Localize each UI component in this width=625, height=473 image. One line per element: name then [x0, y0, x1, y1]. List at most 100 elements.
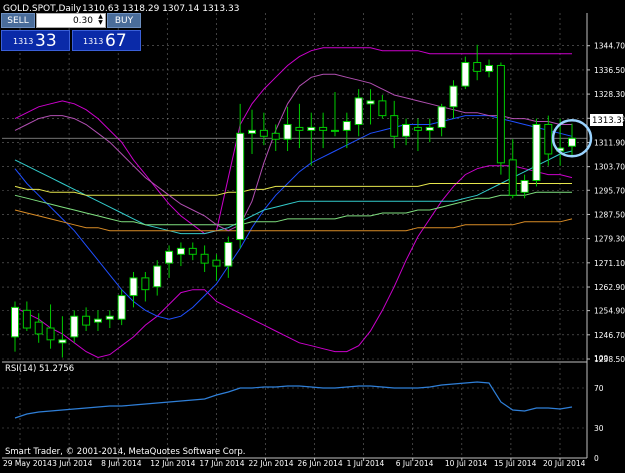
bollinger-upper-line	[14, 47, 572, 235]
price-axis-label: 1295.70	[594, 186, 625, 195]
candle-bull	[402, 123, 411, 137]
rsi-axis-label: 100	[594, 354, 609, 363]
candle-bull	[105, 315, 114, 320]
price-axis-label: 1262.90	[594, 283, 625, 292]
price-axis-label: 1336.50	[594, 66, 625, 75]
candle-bull	[117, 295, 126, 320]
candle-bear	[390, 115, 399, 137]
current-price-label: 1313.33	[592, 116, 625, 126]
lot-decrease-icon[interactable]: ▼	[96, 20, 105, 26]
candle-bull	[366, 100, 375, 105]
price-axis-label: 1271.10	[594, 259, 625, 268]
date-axis-label: 26 Jun 2014	[298, 459, 343, 468]
date-axis-label: 20 Jul 2014	[543, 459, 586, 468]
ma-green-line	[14, 191, 572, 226]
lot-size-input[interactable]	[45, 14, 95, 27]
lot-size-field[interactable]: ▲ ▼	[36, 13, 106, 28]
candle-bull	[520, 180, 529, 193]
candle-bull	[330, 129, 339, 132]
rsi-label: RSI(14) 51.2756	[5, 364, 74, 374]
sell-price-pips: 33	[35, 31, 57, 51]
ma-cyan-line	[14, 150, 573, 235]
candle-bear	[212, 259, 221, 267]
candle-bear	[544, 123, 553, 155]
candle-bull	[93, 318, 102, 323]
candle-bear	[259, 129, 268, 137]
candle-bull	[224, 241, 233, 267]
date-axis-label: 22 Jun 2014	[248, 459, 293, 468]
rsi-axis-label: 70	[594, 384, 604, 393]
date-axis-label: 15 Jul 2014	[494, 459, 537, 468]
candle-bear	[496, 64, 505, 164]
candle-bull	[58, 339, 67, 344]
candle-bull	[485, 64, 494, 72]
candle-bear	[34, 321, 43, 335]
candle-bear	[22, 309, 31, 329]
candle-bull	[236, 132, 245, 241]
date-axis-label: 29 May 2014	[3, 459, 52, 468]
candle-bull	[283, 123, 292, 140]
axes: 1344.701336.501328.301320.101311.901303.…	[2, 13, 625, 468]
trading-chart[interactable]: 1344.701336.501328.301320.101311.901303.…	[0, 0, 625, 469]
buy-price-major: 1313	[83, 37, 104, 46]
candle-bear	[378, 100, 387, 117]
rsi-axis-label: 0	[594, 454, 599, 463]
price-axis-label: 1303.70	[594, 163, 625, 172]
candle-bull	[461, 62, 470, 87]
candle-bear	[46, 327, 55, 341]
copyright-watermark: Smart Trader, © 2001-2014, MetaQuotes So…	[5, 447, 246, 457]
candle-bull	[153, 265, 162, 288]
ma-orange-line	[14, 209, 573, 232]
buy-price-button[interactable]: 1313 67	[72, 30, 141, 51]
candle-bear	[319, 126, 328, 131]
date-axis-label: 10 Jul 2014	[445, 459, 488, 468]
price-axis-label: 1344.70	[594, 42, 625, 51]
candle-bull	[165, 250, 174, 264]
candle-bull	[449, 85, 458, 108]
rsi-axis-label: 30	[594, 424, 604, 433]
candle-bear	[508, 159, 517, 196]
sell-price-major: 1313	[13, 37, 34, 46]
price-axis-label: 1246.70	[594, 331, 625, 340]
rsi-panel	[14, 381, 573, 419]
date-axis-label: 1 Jul 2014	[347, 459, 385, 468]
candle-bull	[129, 277, 138, 297]
price-axis-label: 1287.50	[594, 210, 625, 219]
candle-bear	[82, 315, 91, 326]
candle-bull	[532, 123, 541, 182]
candle-bear	[295, 126, 304, 131]
chart-canvas[interactable]: 1344.701336.501328.301320.101311.901303.…	[0, 0, 625, 469]
candle-bear	[473, 62, 482, 72]
candle-bull	[342, 121, 351, 131]
candle-bull	[176, 247, 185, 255]
price-axis-label: 1328.30	[594, 90, 625, 99]
ma-blue-line	[14, 115, 573, 320]
rsi-line	[14, 381, 573, 419]
candle-bull	[568, 137, 576, 147]
one-click-trading-panel: SELL ▲ ▼ BUY 1313 33 1313 67	[1, 13, 141, 51]
candle-bear	[200, 253, 209, 264]
buy-button[interactable]: BUY	[107, 13, 141, 28]
candle-bull	[248, 129, 257, 134]
date-axis-label: 3 Jun 2014	[52, 459, 93, 468]
candle-bull	[11, 306, 19, 338]
candle-bear	[141, 277, 150, 291]
sell-price-button[interactable]: 1313 33	[1, 30, 70, 51]
date-axis-label: 12 Jun 2014	[150, 459, 195, 468]
price-axis-label: 1279.30	[594, 235, 625, 244]
price-axis-label: 1311.90	[594, 138, 625, 147]
date-axis-label: 17 Jun 2014	[199, 459, 244, 468]
sell-button[interactable]: SELL	[1, 13, 35, 28]
candle-bear	[188, 247, 197, 255]
price-axis-label: 1254.90	[594, 307, 625, 316]
buy-price-pips: 67	[105, 31, 127, 51]
candle-bear	[413, 126, 422, 131]
candle-bull	[437, 106, 446, 128]
candle-bull	[70, 315, 79, 338]
candle-bull	[425, 126, 434, 131]
date-axis-label: 8 Jun 2014	[101, 459, 142, 468]
candle-bull	[354, 97, 363, 125]
candle-bull	[307, 126, 316, 131]
candle-bear	[271, 132, 280, 140]
date-axis-label: 6 Jul 2014	[396, 459, 434, 468]
